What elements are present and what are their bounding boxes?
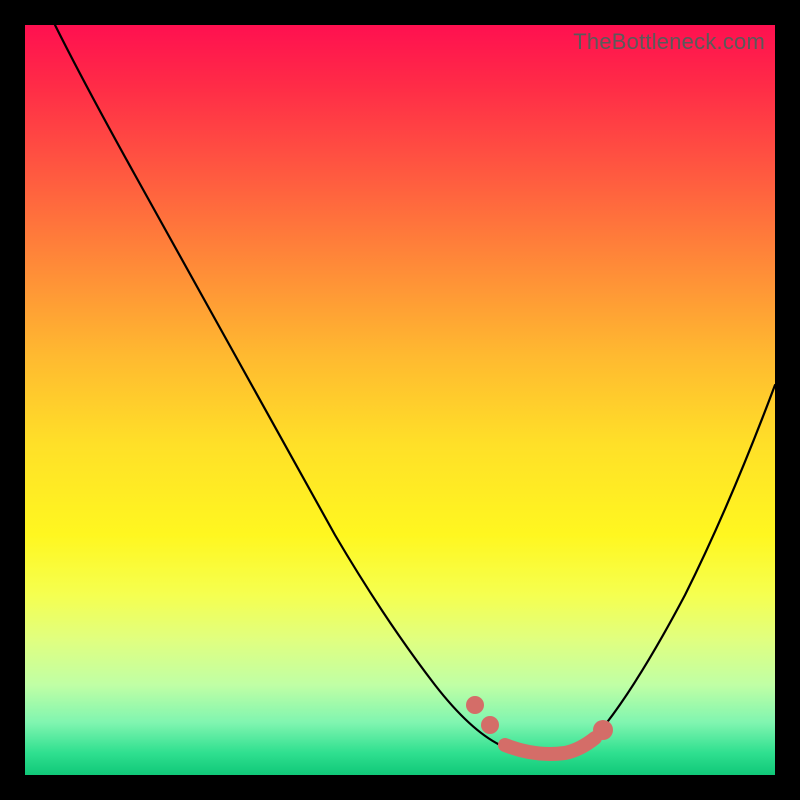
chart-svg [25, 25, 775, 775]
marker-dot [466, 696, 484, 714]
bottleneck-curve [55, 25, 775, 754]
marker-segment [505, 738, 595, 754]
chart-frame: TheBottleneck.com [25, 25, 775, 775]
marker-dot [481, 716, 499, 734]
watermark-text: TheBottleneck.com [573, 29, 765, 55]
